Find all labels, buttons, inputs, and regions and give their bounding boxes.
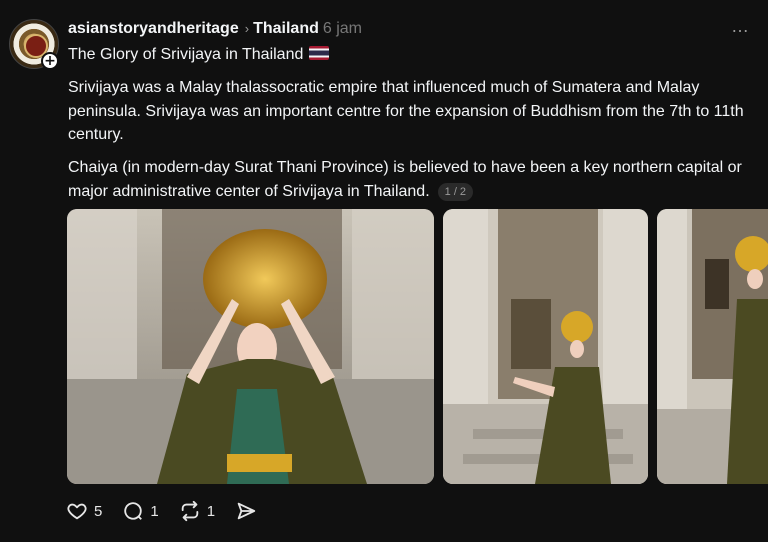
post-title: The Glory of Srivijaya in Thailand bbox=[68, 44, 330, 66]
post-image-1[interactable] bbox=[67, 209, 434, 484]
repost-count: 1 bbox=[206, 502, 216, 520]
post-paragraph-2-text: Chaiya (in modern-day Surat Thani Provin… bbox=[68, 159, 742, 200]
post-actions: 5 1 1 bbox=[66, 498, 283, 524]
like-count: 5 bbox=[94, 502, 103, 520]
reply-button[interactable]: 1 bbox=[122, 500, 159, 522]
post-paragraph-2: Chaiya (in modern-day Surat Thani Provin… bbox=[68, 156, 758, 203]
post-paragraph-1: Srivijaya was a Malay thalassocratic emp… bbox=[68, 79, 744, 143]
repost-button[interactable]: 1 bbox=[179, 500, 215, 522]
thread-post: + asianstoryandheritage › Thailand 6 jam … … bbox=[0, 0, 768, 542]
follow-plus-icon[interactable]: + bbox=[41, 52, 59, 70]
username-link[interactable]: asianstoryandheritage bbox=[68, 20, 239, 37]
post-title-text: The Glory of Srivijaya in Thailand bbox=[68, 46, 304, 63]
reply-count: 1 bbox=[150, 502, 159, 520]
chevron-right-icon: › bbox=[244, 21, 250, 36]
thailand-flag-icon bbox=[309, 46, 330, 60]
post-image-3[interactable] bbox=[657, 209, 768, 484]
repost-icon bbox=[181, 500, 198, 522]
image-pager-badge: 1 / 2 bbox=[437, 182, 474, 201]
heart-icon bbox=[67, 503, 87, 520]
like-button[interactable]: 5 bbox=[66, 500, 102, 522]
post-header: asianstoryandheritage › Thailand 6 jam bbox=[68, 18, 362, 40]
topic-link[interactable]: Thailand bbox=[253, 20, 319, 37]
comment-icon bbox=[124, 502, 143, 520]
send-icon bbox=[237, 502, 256, 520]
more-options-icon[interactable]: … bbox=[731, 16, 750, 37]
timestamp: 6 jam bbox=[322, 20, 362, 37]
post-image-2[interactable] bbox=[443, 209, 648, 484]
avatar[interactable]: + bbox=[9, 19, 59, 70]
share-button[interactable] bbox=[235, 500, 263, 522]
